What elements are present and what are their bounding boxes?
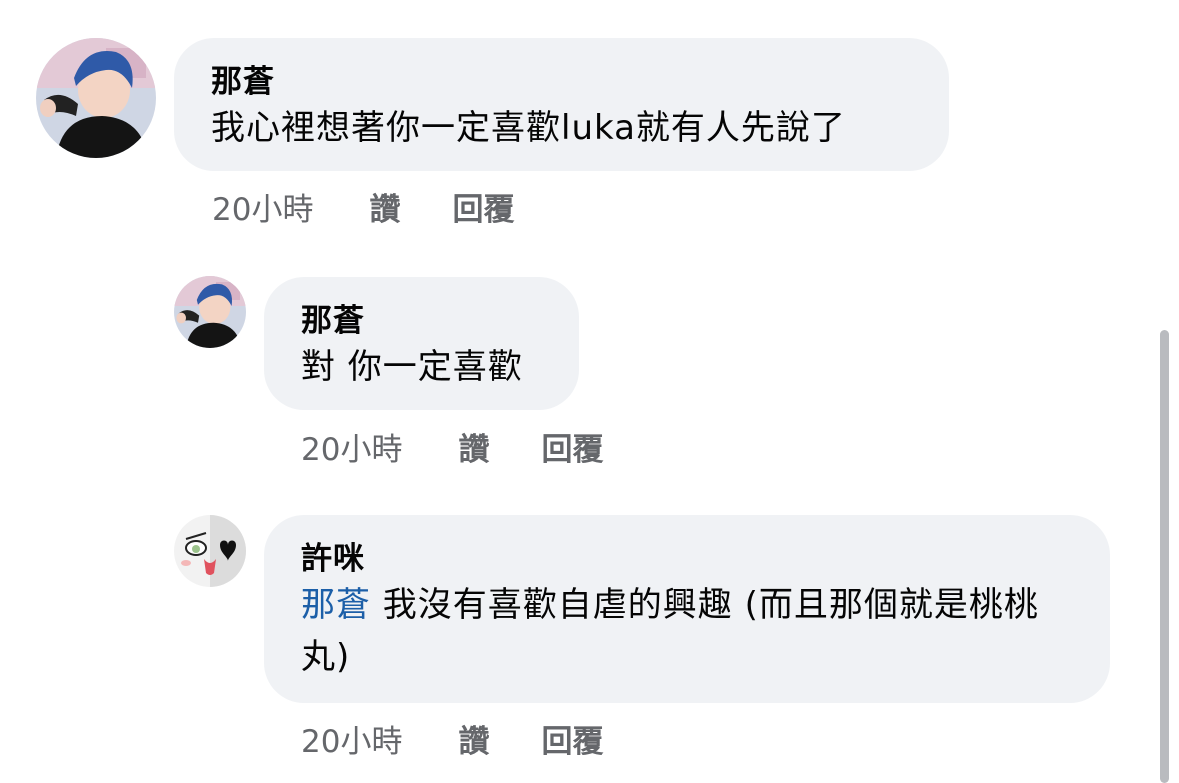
- comment-body: 我沒有喜歡自虐的興趣 (而且那個就是桃桃丸): [301, 585, 1039, 677]
- comment-timestamp[interactable]: 20小時: [212, 190, 313, 230]
- comment-actions: 20小時 讚 回覆: [301, 722, 603, 762]
- scrollbar[interactable]: [1160, 330, 1169, 783]
- user-avatar-photo-icon: [174, 276, 246, 348]
- comment-body: 我心裡想著你一定喜歡luka就有人先說了: [211, 108, 846, 148]
- avatar[interactable]: [36, 38, 156, 158]
- comment-bubble: 許咪 那蒼 我沒有喜歡自虐的興趣 (而且那個就是桃桃丸): [264, 515, 1110, 703]
- comment-bubble: 那蒼 我心裡想著你一定喜歡luka就有人先說了: [174, 38, 949, 171]
- reply-button[interactable]: 回覆: [541, 430, 603, 470]
- avatar[interactable]: [174, 515, 246, 587]
- comment-author[interactable]: 那蒼: [211, 62, 913, 102]
- avatar[interactable]: [174, 276, 246, 348]
- comment-bubble: 那蒼 對 你一定喜歡: [264, 277, 579, 410]
- like-button[interactable]: 讚: [369, 190, 400, 230]
- comment-text: 對 你一定喜歡: [301, 341, 549, 393]
- comment-text: 我心裡想著你一定喜歡luka就有人先說了: [211, 102, 913, 154]
- like-button[interactable]: 讚: [458, 430, 489, 470]
- comment-body: 對 你一定喜歡: [301, 347, 523, 387]
- comment-mention[interactable]: 那蒼: [301, 585, 371, 625]
- reply-button[interactable]: 回覆: [452, 190, 514, 230]
- like-button[interactable]: 讚: [458, 722, 489, 762]
- comment-author[interactable]: 許咪: [301, 539, 1074, 579]
- comment-author[interactable]: 那蒼: [301, 301, 549, 341]
- comment-timestamp[interactable]: 20小時: [301, 722, 402, 762]
- comment-actions: 20小時 讚 回覆: [301, 430, 603, 470]
- user-avatar-photo-icon: [36, 38, 156, 158]
- comment-timestamp[interactable]: 20小時: [301, 430, 402, 470]
- comment-text: 那蒼 我沒有喜歡自虐的興趣 (而且那個就是桃桃丸): [301, 579, 1074, 683]
- comment-actions: 20小時 讚 回覆: [212, 190, 514, 230]
- user-avatar-cartoon-icon: [174, 515, 246, 587]
- comment-thread: 那蒼 我心裡想著你一定喜歡luka就有人先說了 20小時 讚 回覆 那蒼 對 你…: [0, 0, 1179, 783]
- reply-button[interactable]: 回覆: [541, 722, 603, 762]
